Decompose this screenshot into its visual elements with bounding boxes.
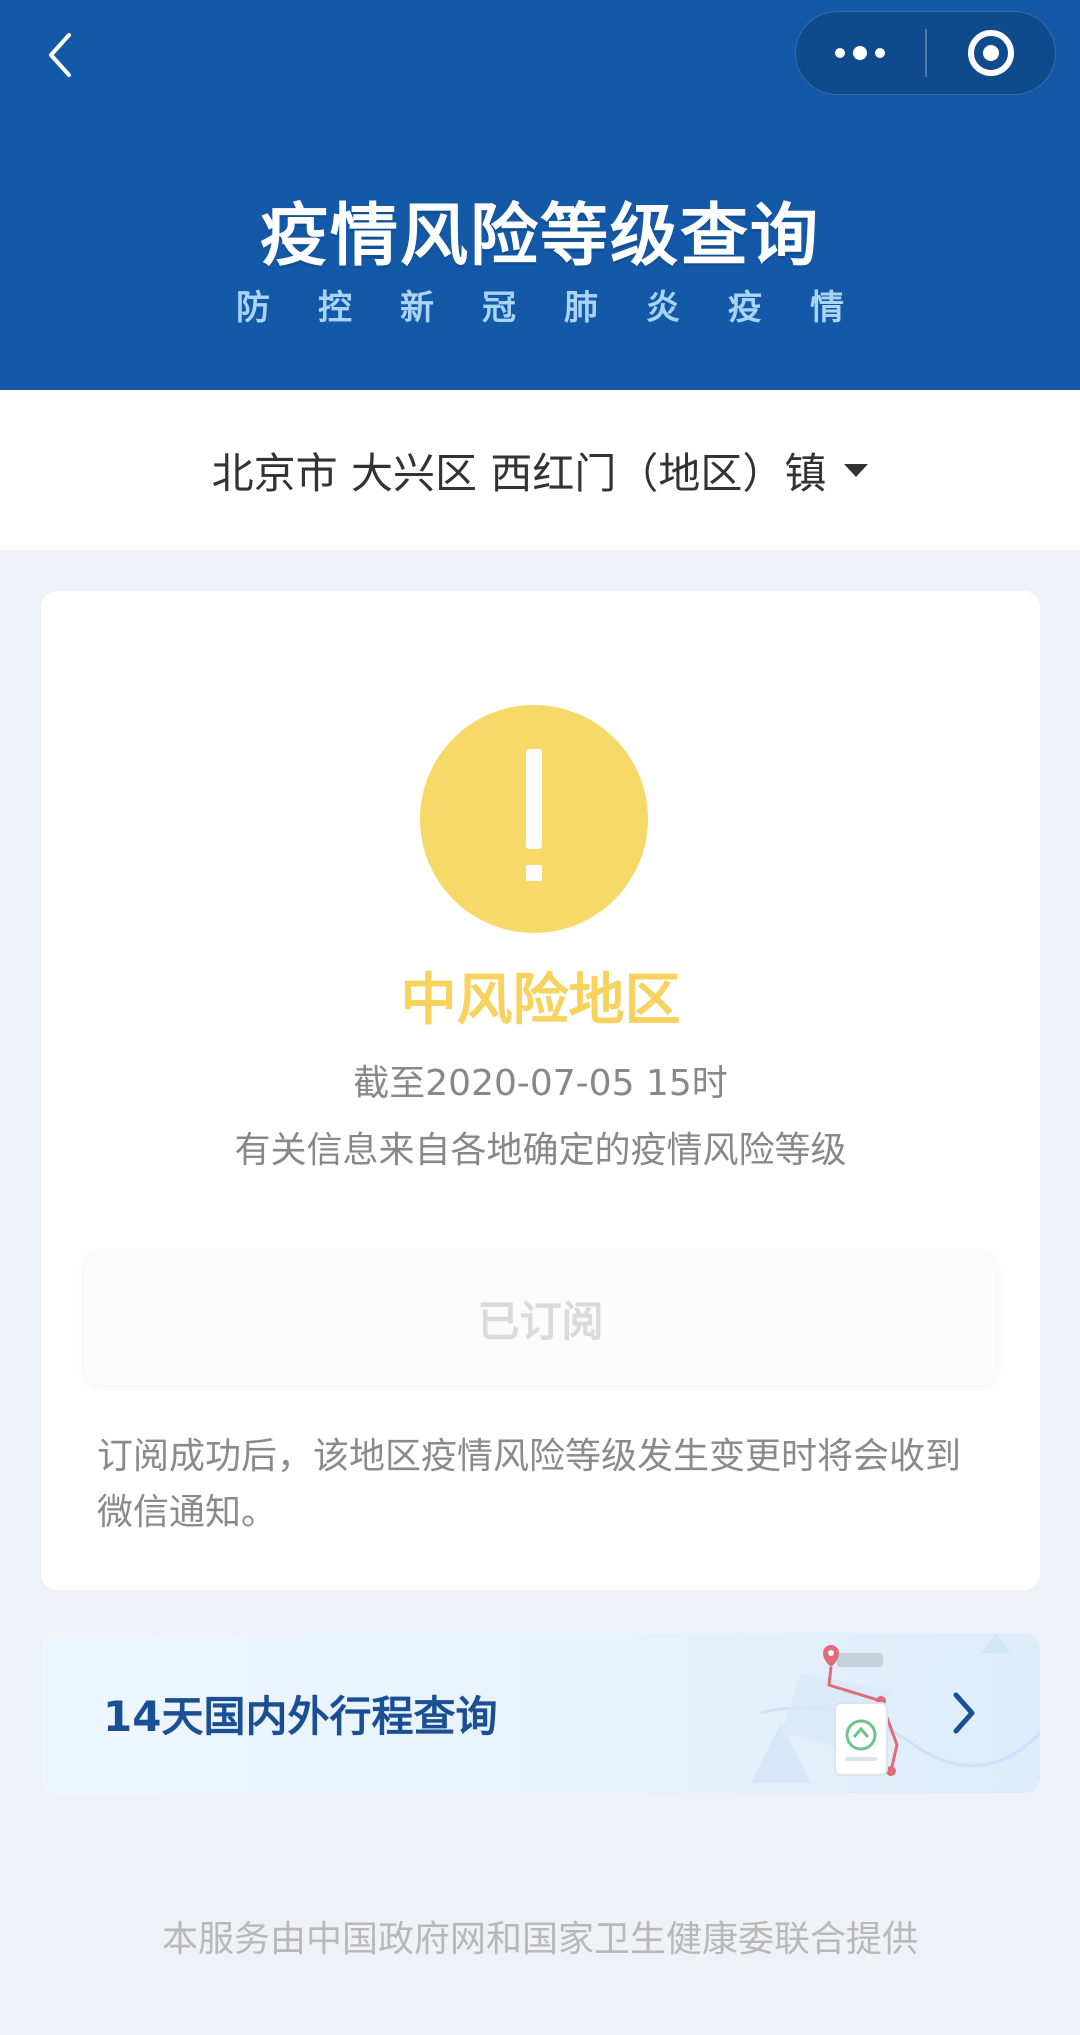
chevron-right-icon [953,1692,975,1734]
exclamation-icon [420,705,648,933]
location-selector[interactable]: 北京市 大兴区 西红门（地区）镇 [0,390,1080,550]
travel-query-banner[interactable]: 14天国内外行程查询 [41,1633,1040,1793]
subtitle-char: 冠 [482,288,516,328]
subscribe-button[interactable]: 已订阅 [84,1251,997,1385]
subtitle-char: 情 [810,288,844,328]
travel-map-illustration [751,1633,1040,1783]
subtitle-char: 肺 [564,288,598,328]
risk-level: 中风险地区 [400,968,681,1033]
travel-query-label: 14天国内外行程查询 [103,1692,498,1741]
header: 疫情风险等级查询 防 控 新 冠 肺 炎 疫 情 [0,0,1080,390]
back-button[interactable] [30,20,90,90]
miniprogram-capsule [795,11,1056,95]
page-subtitle: 防 控 新 冠 肺 炎 疫 情 [236,280,844,329]
page-title: 疫情风险等级查询 [259,197,820,276]
caret-down-icon [844,463,869,477]
subtitle-char: 防 [236,288,270,328]
subscribe-note: 订阅成功后，该地区疫情风险等级发生变更时将会收到微信通知。 [97,1436,962,1533]
as-of-time: 截至2020-07-05 15时 [353,1063,728,1104]
footer-credit: 本服务由中国政府网和国家卫生健康委联合提供 [161,1919,918,1960]
subtitle-char: 控 [318,288,352,328]
more-button[interactable] [796,11,925,95]
location-text: 北京市 大兴区 西红门（地区）镇 [211,448,827,498]
info-source: 有关信息来自各地确定的疫情风险等级 [234,1130,847,1171]
risk-card: 中风险地区 截至2020-07-05 15时 有关信息来自各地确定的疫情风险等级… [41,591,1040,1590]
chevron-left-icon [49,33,71,77]
more-dots-icon [835,46,886,60]
subtitle-char: 新 [400,288,434,328]
close-button[interactable] [927,11,1056,95]
page: 疫情风险等级查询 防 控 新 冠 肺 炎 疫 情 北京市 大兴区 西红门（地区）… [0,0,1080,2035]
target-ring-icon [967,30,1014,76]
subtitle-char: 炎 [646,288,680,328]
subtitle-char: 疫 [728,288,762,328]
